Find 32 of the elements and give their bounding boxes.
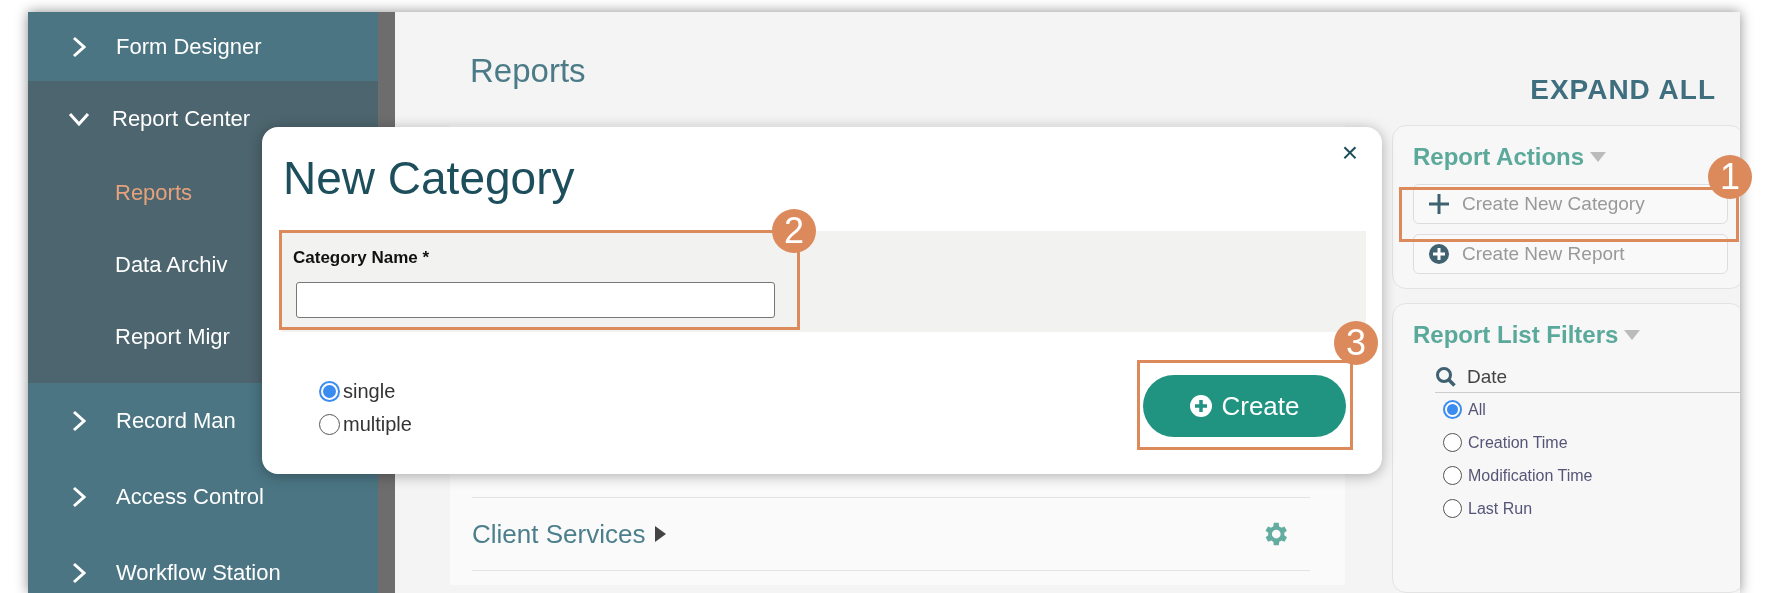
- sidebar-item[interactable]: Access Control: [28, 459, 378, 535]
- search-icon: [1435, 366, 1457, 388]
- expand-all-link[interactable]: EXPAND ALL: [1530, 74, 1716, 108]
- page-title: Reports: [470, 52, 586, 91]
- create-button[interactable]: Create: [1143, 375, 1346, 437]
- radio-label: All: [1468, 400, 1486, 419]
- dropdown-caret-icon: [1624, 330, 1641, 340]
- dropdown-caret-icon: [1590, 152, 1607, 162]
- radio-label: multiple: [343, 413, 412, 436]
- radio-button[interactable]: [1443, 433, 1462, 452]
- radio-button[interactable]: [319, 381, 340, 402]
- panel-title: Report List Filters: [1413, 321, 1619, 349]
- radio-label: Last Run: [1468, 499, 1533, 518]
- radio-button[interactable]: [1443, 466, 1462, 485]
- sidebar-item[interactable]: Workflow Station: [28, 535, 378, 593]
- radio-label: single: [343, 380, 396, 403]
- plus-circle-icon: [1428, 243, 1450, 265]
- plus-icon: [1428, 193, 1450, 215]
- radio-button[interactable]: [1443, 400, 1462, 419]
- create-button[interactable]: Create New Report: [1413, 234, 1728, 274]
- filter-group-title: Date: [1467, 366, 1508, 388]
- caret-right-icon: [655, 526, 667, 542]
- radio-label: Creation Time: [1468, 433, 1568, 452]
- field-label: Category Name *: [293, 248, 431, 269]
- panel-title: Report Actions: [1413, 143, 1585, 171]
- input-field[interactable]: [296, 282, 775, 318]
- sidebar-item[interactable]: Form Designer: [28, 12, 378, 81]
- close-button[interactable]: ×: [1335, 137, 1364, 169]
- category-link[interactable]: Client Services: [472, 518, 646, 550]
- plus-circle-icon: [1189, 394, 1214, 418]
- radio-label: Modification Time: [1468, 466, 1593, 485]
- radio-button[interactable]: [1443, 499, 1462, 518]
